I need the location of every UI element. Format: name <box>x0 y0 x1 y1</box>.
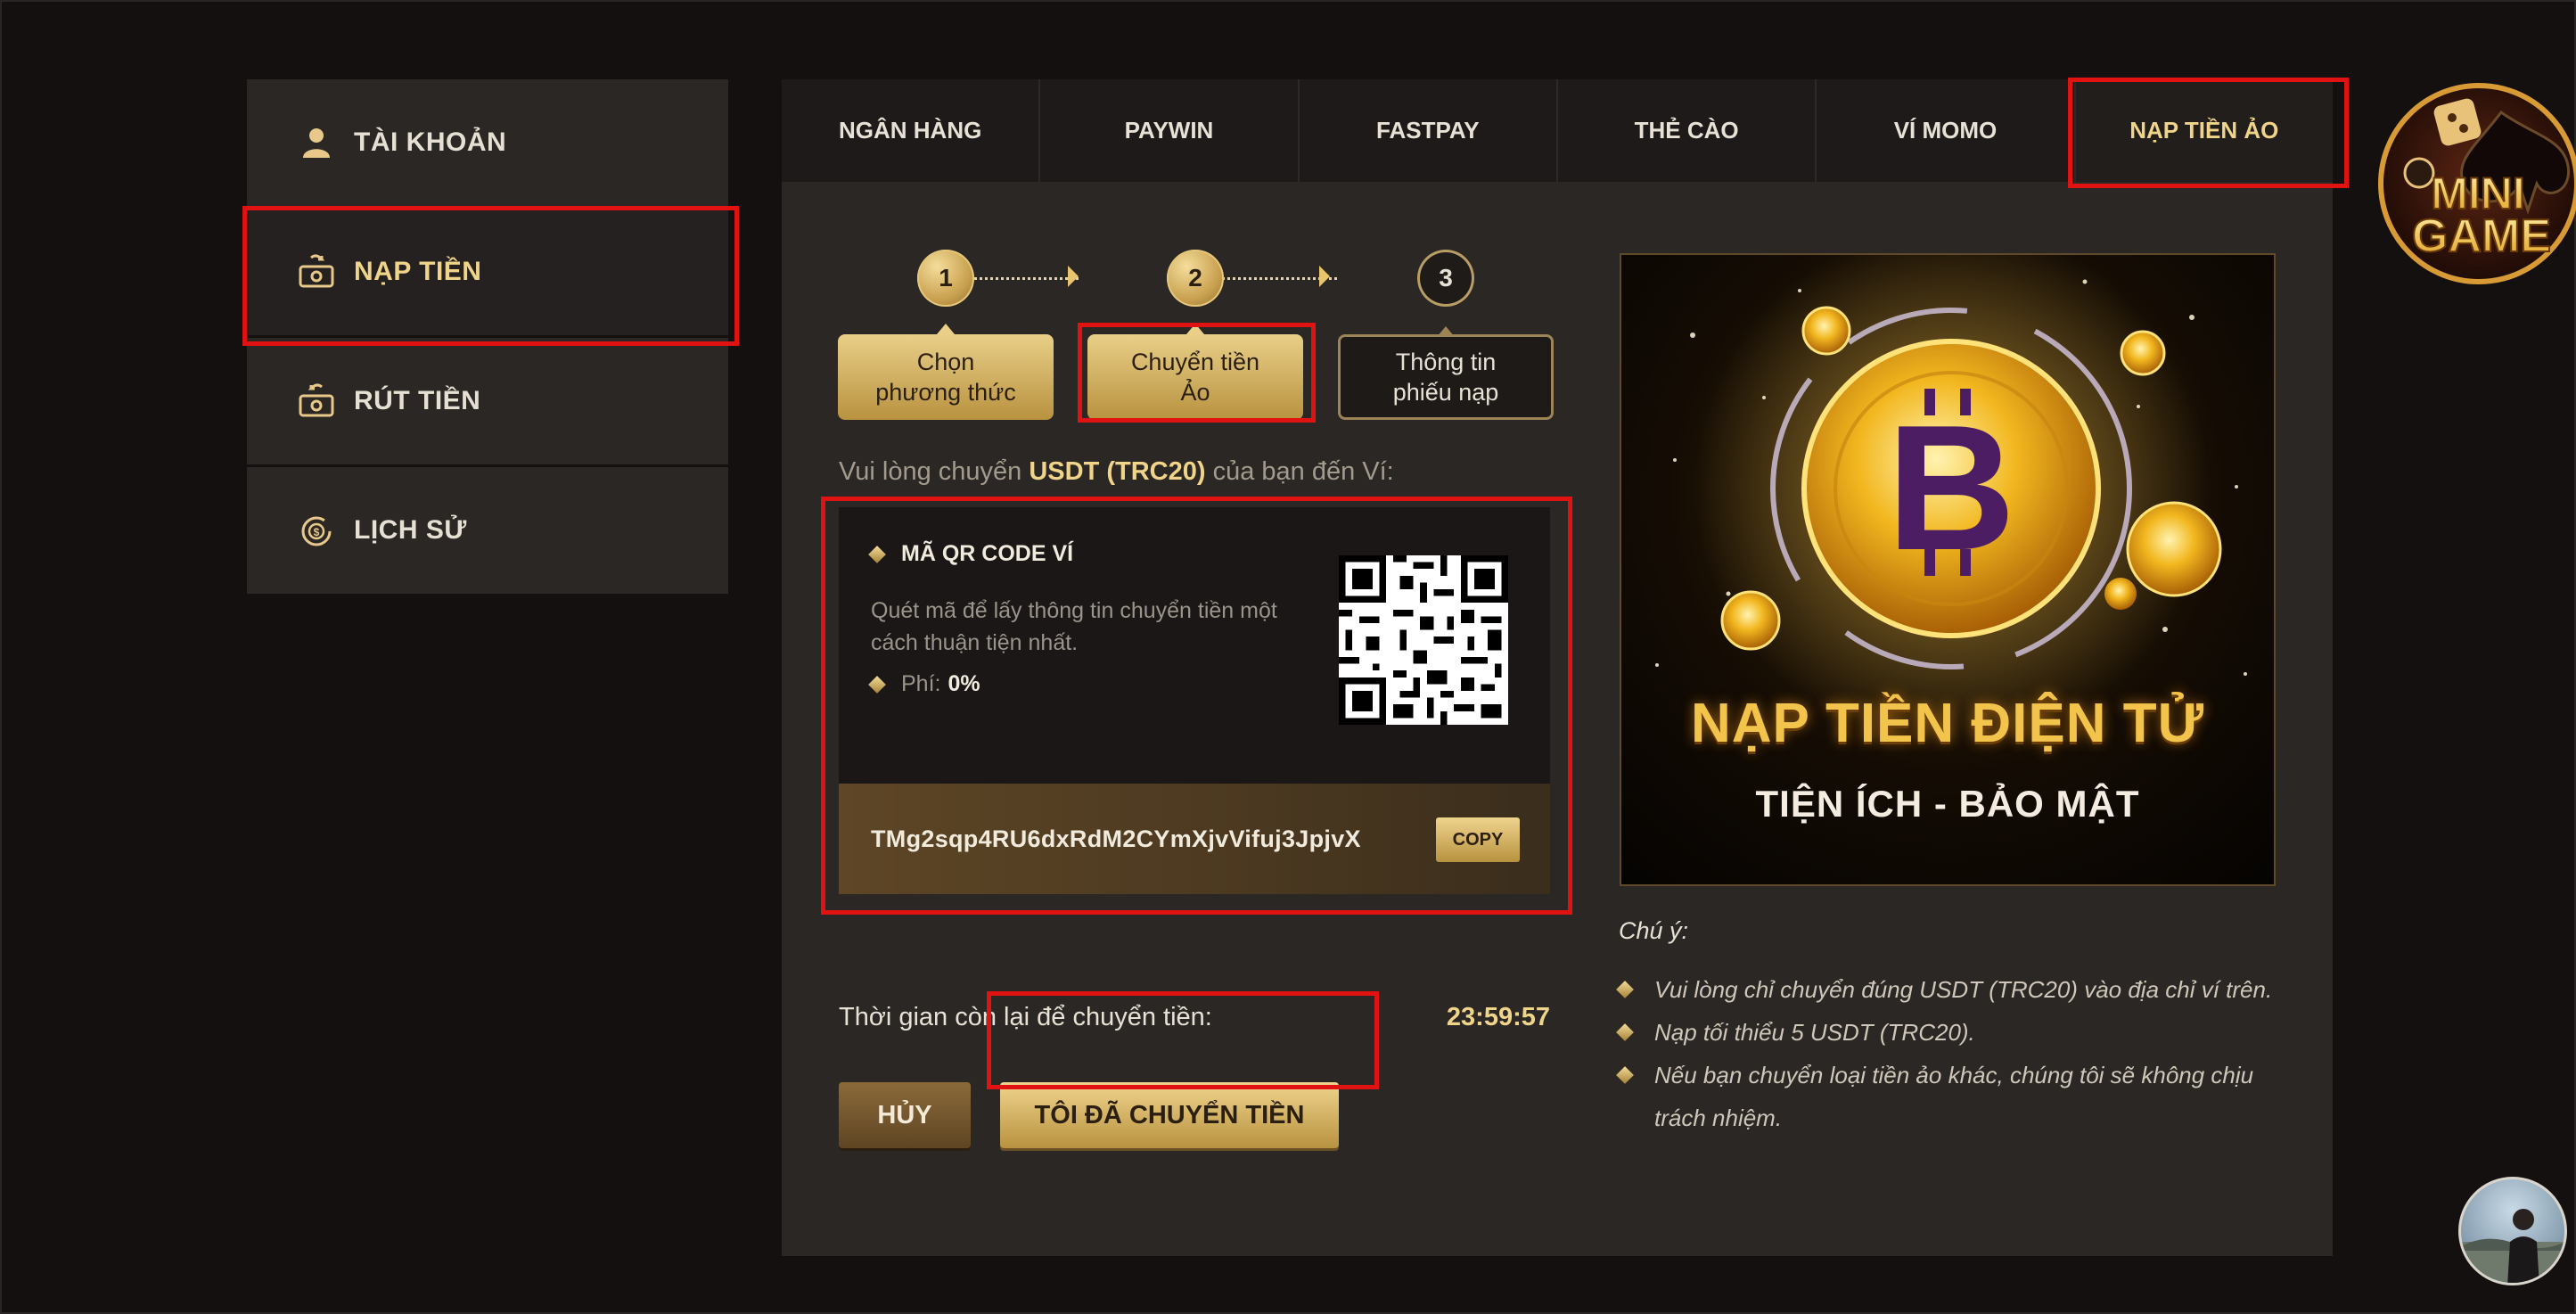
step-1-number: 1 <box>917 250 974 307</box>
withdraw-money-icon <box>299 383 334 419</box>
countdown-value: 23:59:57 <box>1446 1003 1550 1031</box>
cancel-button[interactable]: HỦY <box>839 1082 971 1148</box>
banner-subheadline: TIỆN ÍCH - BẢO MẬT <box>1755 783 2140 825</box>
deposit-stepper: 1 2 3 Chọn phương thức Chuyển tiền Ảo Thôn… <box>838 250 1554 428</box>
notes-section: Chú ý: Vui lòng chỉ chuyển đúng USDT (TR… <box>1616 917 2296 1139</box>
step-3-number: 3 <box>1417 250 1474 307</box>
diamond-bullet-icon <box>1616 1023 1634 1041</box>
diamond-bullet-icon <box>868 675 886 694</box>
note-text: Nếu bạn chuyển loại tiền ảo khác, chúng … <box>1654 1062 2254 1131</box>
countdown-label: Thời gian còn lại để chuyển tiền: <box>839 1003 1212 1031</box>
copy-address-button[interactable]: COPY <box>1436 817 1520 862</box>
instruction-currency: USDT (TRC20) <box>1029 457 1206 486</box>
instruction-prefix: Vui lòng chuyển <box>839 457 1030 486</box>
countdown-row: Thời gian còn lại để chuyển tiền: 23:59:… <box>839 1003 1550 1032</box>
svg-text:$: $ <box>314 526 320 538</box>
qr-title: MÃ QR CODE VÍ <box>868 541 1074 567</box>
note-text: Nạp tối thiểu 5 USDT (TRC20). <box>1654 1019 1975 1046</box>
fee-value: 0% <box>948 671 980 696</box>
sidebar-item-label: TÀI KHOẢN <box>354 127 507 157</box>
step-2-line2: Ảo <box>1180 379 1210 406</box>
sidebar-item-label: RÚT TIỀN <box>354 386 481 415</box>
tab-bank[interactable]: NGÂN HÀNG <box>782 79 1041 182</box>
step-2-number: 2 <box>1167 250 1224 307</box>
transfer-instruction: Vui lòng chuyển USDT (TRC20) của bạn đến… <box>839 457 1394 487</box>
wallet-qr-code[interactable] <box>1339 555 1508 725</box>
minigame-logo-icon: MINI GAME <box>2378 83 2576 284</box>
crypto-promo-banner: B NẠP TIỀN ĐIỆN TỬ TIỆN ÍCH - BẢO MẬT <box>1620 253 2276 886</box>
wallet-card: MÃ QR CODE VÍ Quét mã để lấy thông tin c… <box>839 507 1550 894</box>
payment-method-tabs: NGÂN HÀNG PAYWIN FASTPAY THẺ CÀO VÍ MOMO… <box>782 79 2333 182</box>
confirm-transfer-button[interactable]: TÔI ĐÃ CHUYỂN TIỀN <box>1000 1082 1339 1148</box>
step-1-line2: phương thức <box>875 379 1016 406</box>
fee-row: Phí: 0% <box>868 671 980 697</box>
wallet-address[interactable]: TMg2sqp4RU6dxRdM2CYmXjvVifuj3JpjvX <box>871 825 1361 853</box>
notes-heading: Chú ý: <box>1619 917 1689 944</box>
step-2-line1: Chuyển tiền <box>1130 349 1260 375</box>
banner-headline: NẠP TIỀN ĐIỆN TỬ <box>1690 693 2205 754</box>
user-icon <box>299 125 334 160</box>
diamond-bullet-icon <box>868 545 886 563</box>
note-item: Vui lòng chỉ chuyển đúng USDT (TRC20) và… <box>1616 968 2296 1011</box>
note-item: Nếu bạn chuyển loại tiền ảo khác, chúng … <box>1616 1054 2296 1139</box>
qr-title-text: MÃ QR CODE VÍ <box>901 541 1074 566</box>
avatar-photo-icon <box>2461 1209 2564 1283</box>
deposit-panel: NGÂN HÀNG PAYWIN FASTPAY THẺ CÀO VÍ MOMO… <box>782 79 2333 1256</box>
note-text: Vui lòng chỉ chuyển đúng USDT (TRC20) và… <box>1654 976 2273 1003</box>
history-icon: $ <box>299 513 334 548</box>
sidebar-item-withdraw[interactable]: RÚT TIỀN <box>247 338 728 464</box>
step-arrow-icon <box>1319 266 1330 287</box>
tab-scratch-card[interactable]: THẺ CÀO <box>1557 79 1817 182</box>
sidebar-item-account[interactable]: TÀI KHOẢN <box>247 79 728 206</box>
step-1-label: Chọn phương thức <box>838 334 1054 420</box>
sidebar-item-label: NẠP TIỀN <box>354 257 482 286</box>
avatar[interactable] <box>2458 1177 2567 1285</box>
deposit-money-icon <box>299 254 334 290</box>
sidebar-item-label: LỊCH SỬ <box>354 515 467 545</box>
step-arrow-icon <box>1068 266 1079 287</box>
tab-momo-wallet[interactable]: VÍ MOMO <box>1817 79 2076 182</box>
diamond-bullet-icon <box>1616 1066 1634 1084</box>
step-3-line1: Thông tin <box>1395 349 1497 375</box>
tab-fastpay[interactable]: FASTPAY <box>1299 79 1558 182</box>
minigame-widget[interactable]: MINI GAME <box>2367 77 2576 291</box>
step-2-label: Chuyển tiền Ảo <box>1087 334 1303 420</box>
minigame-line2: GAME <box>2412 210 2551 262</box>
sidebar: TÀI KHOẢN NẠP TIỀN RÚT TIỀN $ LỊCH SỬ <box>247 79 728 596</box>
instruction-suffix: của bạn đến Ví: <box>1205 457 1394 486</box>
sidebar-item-history[interactable]: $ LỊCH SỬ <box>247 467 728 594</box>
qr-description: Quét mã để lấy thông tin chuyển tiền một… <box>871 598 1277 655</box>
step-3-label: Thông tin phiếu nạp <box>1338 334 1554 420</box>
tab-crypto-deposit[interactable]: NẠP TIỀN ẢO <box>2075 79 2333 182</box>
svg-text:B: B <box>1887 389 2015 587</box>
fee-label: Phí: <box>901 671 941 696</box>
diamond-bullet-icon <box>1616 981 1634 998</box>
tab-paywin[interactable]: PAYWIN <box>1040 79 1300 182</box>
step-1-line1: Chọn <box>916 349 975 375</box>
sidebar-item-deposit[interactable]: NẠP TIỀN <box>247 209 728 335</box>
note-item: Nạp tối thiểu 5 USDT (TRC20). <box>1616 1011 2296 1054</box>
wallet-address-bar: TMg2sqp4RU6dxRdM2CYmXjvVifuj3JpjvX COPY <box>839 784 1550 894</box>
step-3-line2: phiếu nạp <box>1392 379 1499 406</box>
